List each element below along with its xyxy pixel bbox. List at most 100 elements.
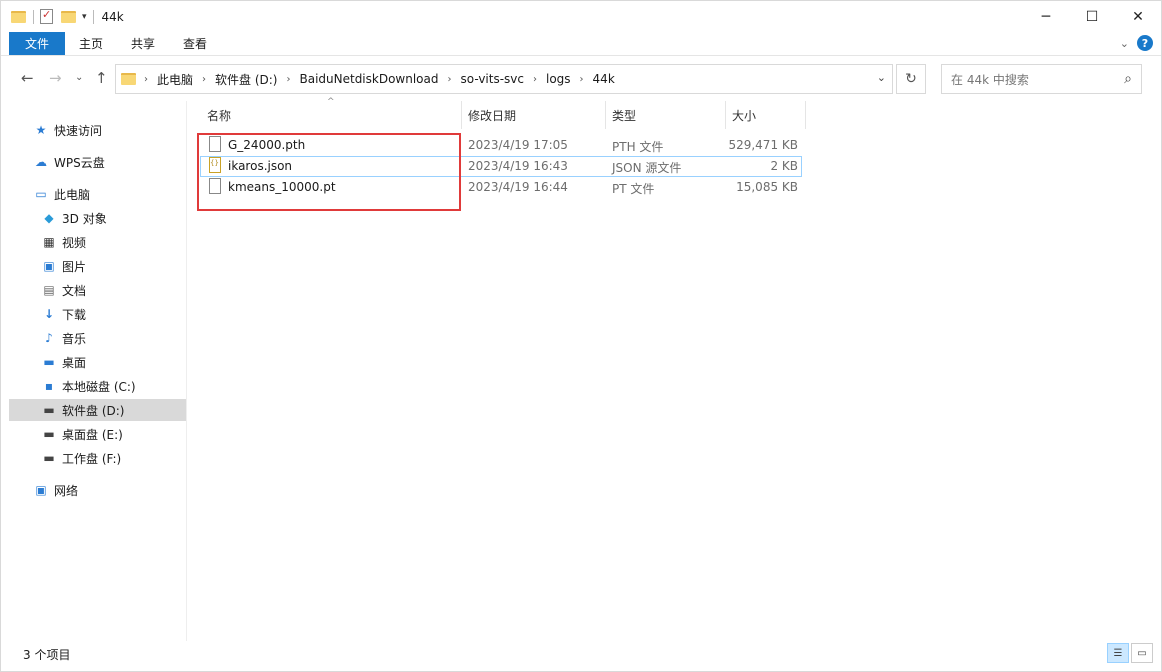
forward-button[interactable]: → (49, 69, 62, 87)
sidebar-item-music[interactable]: ♪ 音乐 (41, 327, 86, 349)
expand-ribbon-icon[interactable]: ⌄ (1120, 37, 1129, 50)
column-divider[interactable] (461, 101, 462, 129)
properties-icon[interactable] (40, 8, 53, 24)
column-header-size[interactable]: 大小 (732, 101, 756, 129)
sidebar-item-drive-c[interactable]: ▪ 本地磁盘 (C:) (41, 375, 136, 397)
new-folder-icon[interactable] (61, 10, 76, 23)
search-icon[interactable]: ⌕ (1124, 71, 1132, 87)
close-button[interactable]: ✕ (1115, 1, 1161, 32)
sidebar-item-videos[interactable]: ▦ 视频 (41, 231, 86, 253)
file-modified: 2023/4/19 16:44 (468, 180, 568, 194)
address-row: ← → ⌄ ↑ › 此电脑 › 软件盘 (D:) › BaiduNetdiskD… (1, 63, 1161, 95)
computer-icon: ▭ (35, 187, 47, 201)
sidebar-item-3d-objects[interactable]: ◆ 3D 对象 (41, 207, 107, 229)
music-note-icon: ♪ (45, 331, 53, 345)
details-view-icon[interactable]: ☰ (1107, 643, 1129, 663)
column-header-name[interactable]: 名称 (207, 101, 231, 129)
column-divider[interactable] (605, 101, 606, 129)
sidebar-item-drive-d[interactable]: ▬ 软件盘 (D:) (9, 399, 186, 421)
sidebar-item-pictures[interactable]: ▣ 图片 (41, 255, 86, 277)
chevron-right-icon[interactable]: › (575, 74, 589, 85)
ribbon-tabs: 文件 主页 共享 查看 ⌄ ? (1, 32, 1161, 56)
maximize-button[interactable]: ☐ (1069, 1, 1115, 32)
search-placeholder: 在 44k 中搜索 (951, 72, 1029, 87)
help-icon[interactable]: ? (1137, 35, 1153, 51)
breadcrumb-44k[interactable]: 44k (589, 72, 619, 86)
chevron-right-icon[interactable]: › (281, 74, 295, 85)
sidebar-item-label: 文档 (62, 283, 87, 298)
network-icon: ▣ (35, 483, 47, 497)
file-type: PTH 文件 (612, 140, 664, 154)
breadcrumb-baidunetdiskdownload[interactable]: BaiduNetdiskDownload (295, 72, 442, 86)
recent-locations-icon[interactable]: ⌄ (75, 72, 83, 83)
minimize-button[interactable]: ─ (1023, 1, 1069, 32)
title-bar: ▾ 44k ─ ☐ ✕ (1, 1, 1161, 32)
sidebar-item-label: 图片 (62, 259, 87, 274)
sidebar-item-desktop[interactable]: ▬ 桌面 (41, 351, 86, 373)
sort-ascending-icon: ^ (327, 97, 335, 107)
star-icon: ★ (35, 123, 47, 137)
column-header-type[interactable]: 类型 (612, 101, 636, 129)
sidebar-item-label: 视频 (62, 235, 87, 250)
window-title: 44k (101, 9, 124, 24)
folder-icon (11, 9, 27, 25)
divider (92, 9, 94, 24)
tab-view[interactable]: 查看 (169, 32, 221, 55)
tab-share[interactable]: 共享 (117, 32, 169, 55)
drive-icon: ▬ (43, 427, 55, 441)
quick-access-dropdown-icon[interactable]: ▾ (82, 12, 87, 22)
status-bar: 3 个项目 ☰ ▭ (1, 643, 1161, 671)
breadcrumb-drive-d[interactable]: 软件盘 (D:) (211, 71, 281, 88)
sidebar-item-label: 桌面 (62, 355, 87, 370)
refresh-button[interactable]: ↻ (896, 64, 926, 94)
sidebar-item-label: 音乐 (62, 331, 87, 346)
drive-icon: ▬ (43, 451, 55, 465)
sidebar-item-label: 快速访问 (54, 123, 103, 138)
navigation-pane: ★ 快速访问 ☁ WPS云盘 ▭ 此电脑 ◆ 3D 对象 ▦ 视频 ▣ 图片 ▤ 文档 ↓ 下载… (1, 101, 187, 641)
sidebar-item-label: 下载 (62, 307, 87, 322)
sidebar-item-this-pc[interactable]: ▭ 此电脑 (33, 183, 90, 205)
sidebar-item-label: 3D 对象 (62, 211, 107, 226)
sidebar-item-quick-access[interactable]: ★ 快速访问 (33, 119, 102, 141)
download-icon: ↓ (43, 307, 55, 321)
file-type: JSON 源文件 (612, 161, 682, 175)
chevron-right-icon[interactable]: › (528, 74, 542, 85)
chevron-right-icon[interactable]: › (443, 74, 457, 85)
sidebar-item-downloads[interactable]: ↓ 下载 (41, 303, 86, 325)
sidebar-item-label: 工作盘 (F:) (62, 451, 122, 466)
sidebar-item-label: WPS云盘 (54, 155, 105, 170)
breadcrumb-this-pc[interactable]: 此电脑 (153, 71, 197, 88)
large-icons-view-icon[interactable]: ▭ (1131, 643, 1153, 663)
column-divider[interactable] (805, 101, 806, 129)
sidebar-item-documents[interactable]: ▤ 文档 (41, 279, 86, 301)
breadcrumb-so-vits-svc[interactable]: so-vits-svc (457, 72, 529, 86)
drive-icon: ▬ (43, 403, 55, 417)
file-size: 15,085 KB (736, 180, 798, 194)
sidebar-item-network[interactable]: ▣ 网络 (33, 479, 78, 501)
address-bar[interactable]: › 此电脑 › 软件盘 (D:) › BaiduNetdiskDownload … (115, 64, 893, 94)
sidebar-item-wps[interactable]: ☁ WPS云盘 (33, 151, 105, 173)
sidebar-item-label: 桌面盘 (E:) (62, 427, 123, 442)
column-header-modified[interactable]: 修改日期 (468, 101, 516, 129)
column-divider[interactable] (725, 101, 726, 129)
explorer-window: ▾ 44k ─ ☐ ✕ 文件 主页 共享 查看 ⌄ ? ← → ⌄ ↑ › 此电… (0, 0, 1162, 672)
tab-home[interactable]: 主页 (65, 32, 117, 55)
item-count: 3 个项目 (23, 648, 71, 662)
divider (33, 9, 34, 24)
folder-icon (121, 73, 136, 85)
search-input[interactable]: 在 44k 中搜索 ⌕ (941, 64, 1142, 94)
chevron-down-icon[interactable]: ⌄ (877, 71, 886, 84)
cloud-icon: ☁ (35, 155, 47, 169)
sidebar-item-drive-f[interactable]: ▬ 工作盘 (F:) (41, 447, 121, 469)
file-type: PT 文件 (612, 182, 655, 196)
sidebar-item-label: 网络 (54, 483, 79, 498)
sidebar-item-drive-e[interactable]: ▬ 桌面盘 (E:) (41, 423, 123, 445)
breadcrumb-logs[interactable]: logs (542, 72, 575, 86)
up-button[interactable]: ↑ (95, 69, 108, 87)
back-button[interactable]: ← (21, 69, 34, 87)
chevron-right-icon[interactable]: › (197, 74, 211, 85)
tab-file[interactable]: 文件 (9, 32, 65, 55)
highlight-annotation-box (197, 133, 461, 211)
chevron-right-icon[interactable]: › (139, 74, 153, 85)
sidebar-item-label: 软件盘 (D:) (62, 403, 125, 418)
